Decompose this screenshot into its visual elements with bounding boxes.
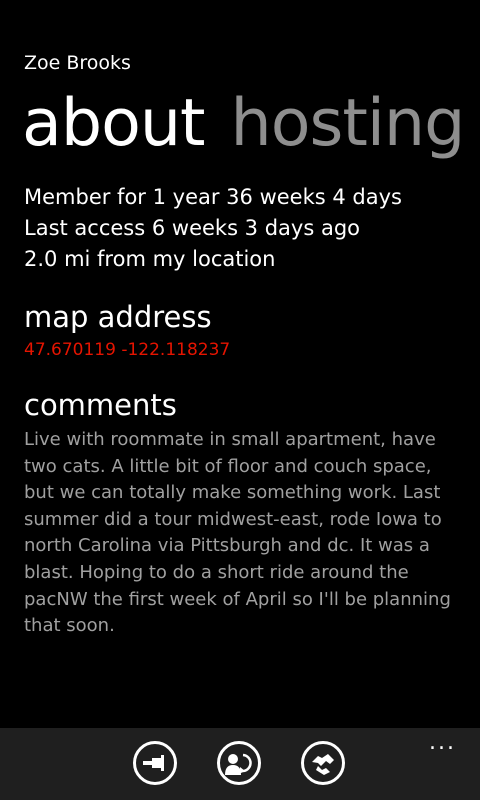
- map-address-link[interactable]: 47.670119 -122.118237: [24, 337, 464, 363]
- comments-header: comments: [24, 388, 177, 422]
- contact-history-button[interactable]: [217, 741, 261, 785]
- pivot-tab-hosting[interactable]: hosting: [231, 86, 466, 161]
- map-address-header: map address: [24, 300, 212, 334]
- last-access: Last access 6 weeks 3 days ago: [24, 216, 361, 240]
- application-bar: ...: [0, 728, 480, 800]
- contact-history-icon: [225, 753, 252, 775]
- more-options-button[interactable]: ...: [429, 732, 456, 754]
- pivot-header: about hosting: [22, 84, 480, 164]
- handshake-icon: [312, 754, 334, 775]
- about-content: Member for 1 year 36 weeks 4 days Last a…: [24, 182, 464, 640]
- app-title: Zoe Brooks: [24, 52, 131, 74]
- comments-text: Live with roommate in small apartment, h…: [24, 429, 451, 637]
- pivot-tab-about[interactable]: about: [22, 86, 206, 161]
- distance: 2.0 mi from my location: [24, 247, 276, 271]
- pin-icon: [143, 755, 164, 771]
- handshake-button[interactable]: [301, 741, 345, 785]
- pin-button[interactable]: [133, 741, 177, 785]
- member-duration: Member for 1 year 36 weeks 4 days: [24, 185, 402, 209]
